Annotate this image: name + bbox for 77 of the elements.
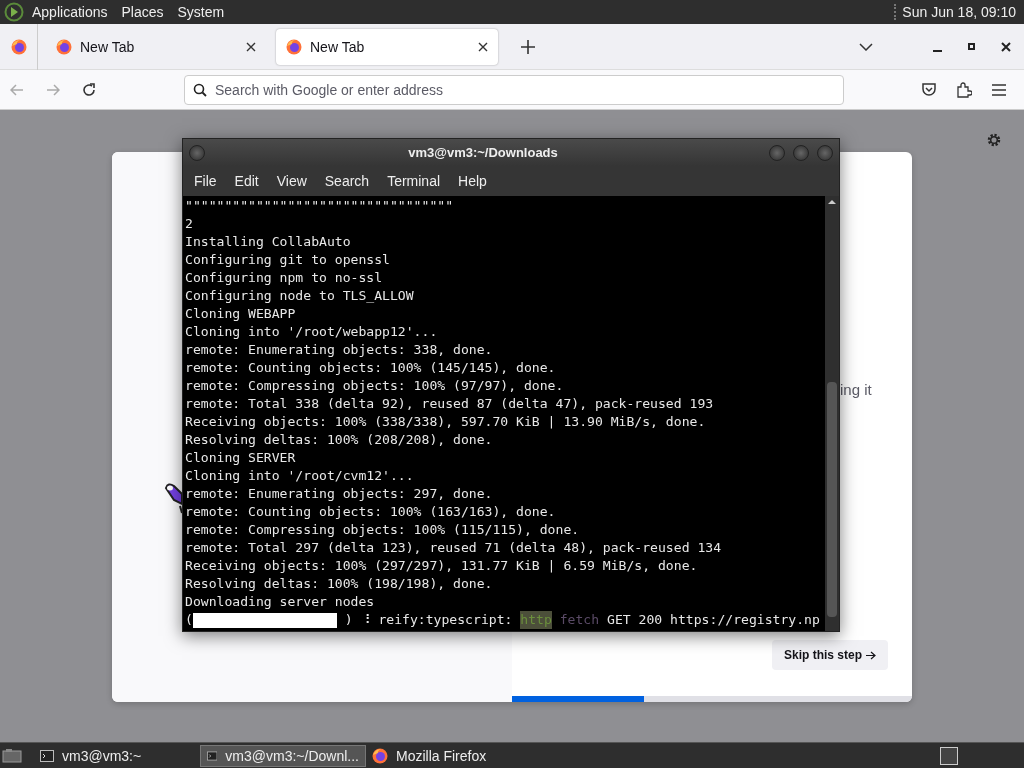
terminal-text: fetch [559,611,600,629]
panel-menu[interactable]: Places [121,4,164,20]
skip-button[interactable]: Skip this step [772,640,888,670]
browser-tab[interactable]: New Tab [276,28,498,65]
terminal-text: ( [185,611,193,629]
taskbar-item[interactable]: Mozilla Firefox [366,744,532,767]
menu-item[interactable]: Search [315,173,379,189]
panel-menu[interactable]: System [177,4,225,20]
terminal-line: Installing CollabAuto [185,233,352,251]
menu-item[interactable]: Terminal [378,173,450,189]
minimize-icon[interactable] [933,49,942,52]
clock[interactable]: Sun Jun 18, 09:10 [894,4,1020,20]
terminal-text: GET 200 https://registry.np [607,611,820,629]
terminal-line: """""""""""""""""""""""""""""""""" [185,197,455,215]
firefox-icon [286,38,302,55]
menu-item[interactable]: View [267,173,316,189]
terminal-line: remote: Compressing objects: 100% (97/97), done. [185,377,565,395]
terminal-icon [40,749,54,762]
settings-icon[interactable] [986,132,1002,148]
address-field[interactable]: Search with Google or enter address [184,74,844,105]
partial-text: ing it [840,381,873,399]
terminal-line: Configuring node to TLS_ALLOW [185,287,415,305]
reload-icon[interactable] [82,82,96,97]
terminal-line: remote: Counting objects: 100% (145/145), done. [185,359,557,377]
menu-item[interactable]: File [185,173,226,189]
terminal-line: remote: Counting objects: 100% (163/163), done. [185,503,557,521]
pocket-icon[interactable] [922,83,936,96]
terminal-line: Cloning SERVER [185,449,297,467]
menu-item[interactable]: Help [449,173,496,189]
terminal-line: Cloning into '/root/webapp12'... [185,323,439,341]
firefox-icon [10,38,27,55]
firefox-icon [56,38,72,55]
window-title: vm3@vm3:~/Downloads [407,145,559,160]
browser-tab[interactable]: New Tab [46,28,266,65]
terminal-line: remote: Enumerating objects: 338, done. [185,341,494,359]
menu-item[interactable]: Edit [225,173,268,189]
terminal-line: remote: Compressing objects: 100% (115/115), done. [185,521,581,539]
show-desktop-icon[interactable] [2,747,22,764]
minimize-button[interactable] [769,144,785,161]
terminal-line: Resolving deltas: 100% (198/198), done. [185,575,494,593]
chevron-down-icon[interactable] [859,42,873,51]
maximize-button[interactable] [793,144,809,161]
terminal-line: Cloning WEBAPP [185,305,297,323]
terminal-line: remote: Total 297 (delta 123), reused 71 (delta 48), pack-reused 134 [185,539,723,557]
terminal-line: remote: Total 338 (delta 92), reused 87 (delta 47), pack-reused 193 [185,395,715,413]
close-icon[interactable] [1001,41,1011,52]
terminal-line: Receiving objects: 100% (338/338), 597.70 KiB | 13.90 MiB/s, done. [185,413,707,431]
terminal-text: reify:typescript: [378,611,513,629]
distro-logo-icon[interactable] [4,2,24,22]
close-icon[interactable] [246,41,256,52]
scroll-up-icon[interactable] [828,199,836,205]
puzzle-icon[interactable] [956,81,972,98]
window-menu-button[interactable] [189,144,205,161]
close-icon[interactable] [478,41,488,52]
terminal-line: Configuring npm to no-ssl [185,269,384,287]
terminal-line: Cloning into '/root/cvm12'... [185,467,415,485]
terminal-line: Receiving objects: 100% (297/297), 131.77 KiB | 6.59 MiB/s, done. [185,557,699,575]
maximize-icon[interactable] [968,43,975,50]
terminal-text: ) [344,611,353,629]
terminal-line: Configuring git to openssl [185,251,391,269]
close-button[interactable] [817,144,833,161]
search-icon [193,82,207,97]
terminal-icon [207,749,218,762]
firefox-icon [372,747,388,764]
scrollbar[interactable] [825,196,839,631]
terminal-text: ⠸ [360,611,371,629]
terminal-line: Downloading server nodes [185,593,376,611]
terminal-line: Resolving deltas: 100% (208/208), done. [185,431,494,449]
workspace-switcher[interactable] [940,746,958,765]
taskbar-item[interactable]: vm3@vm3:~/Downl... [200,744,366,767]
menu-icon[interactable] [992,83,1006,96]
terminal-text: http [520,611,552,629]
taskbar-item[interactable]: vm3@vm3:~ [34,744,200,767]
terminal-line: 2 [185,215,194,233]
arrow-icon [866,650,876,660]
panel-menu[interactable]: Applications [32,4,108,20]
terminal-line: remote: Enumerating objects: 297, done. [185,485,494,503]
